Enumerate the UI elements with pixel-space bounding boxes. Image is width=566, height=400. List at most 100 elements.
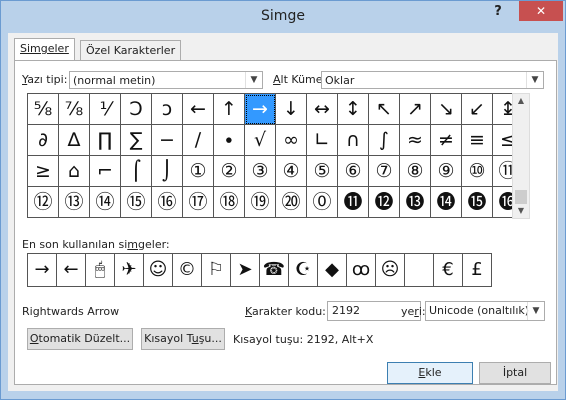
symbol-cell[interactable]: ↑ [214, 94, 245, 125]
recent-symbol-cell[interactable]: ◆ [318, 254, 347, 287]
symbol-cell[interactable]: ← [183, 94, 214, 125]
symbol-cell[interactable]: ⓪ [307, 187, 338, 218]
insert-button[interactable]: Ekle [387, 362, 473, 384]
symbol-cell[interactable]: ⑯ [152, 187, 183, 218]
symbol-cell[interactable]: ∞ [276, 125, 307, 156]
symbol-cell[interactable]: ⑭ [90, 187, 121, 218]
font-select[interactable]: (normal metin) ▼ [69, 71, 263, 89]
symbol-grid: ⅝ ⅞ ⅟ Ↄↄ ← ↑ → ↓ ↔ ↕ ↖ ↗ ↘ ↙ ↨ ∂ ∆ ∏ ∑ − ∕ ∙ √ ∞ ∟ ∩ ∫ ≈ ≠ ≡ ≤ ≥ ⌂ ⌐ ⌠ ⌡ ① ② ③… [27, 93, 524, 218]
recent-symbol-cell[interactable]: ☎ [260, 254, 289, 287]
recent-symbol-cell[interactable]: € [434, 254, 463, 287]
recent-symbol-cell[interactable]: ꝏ [347, 254, 376, 287]
symbol-cell[interactable]: ∫ [369, 125, 400, 156]
symbol-cell[interactable]: ≡ [462, 125, 493, 156]
recent-symbol-cell[interactable]: → [28, 254, 57, 287]
recent-symbol-cell[interactable]: ☹ [376, 254, 405, 287]
symbol-cell[interactable]: ⑰ [183, 187, 214, 218]
symbol-cell[interactable]: ⑤ [307, 156, 338, 187]
shortcut-key-button[interactable]: Kısayol Tuşu... [141, 328, 225, 350]
symbol-cell[interactable]: ↗ [400, 94, 431, 125]
scroll-thumb[interactable] [515, 190, 527, 204]
symbol-cell[interactable]: ⑨ [431, 156, 462, 187]
symbol-cell[interactable]: ≥ [28, 156, 59, 187]
symbol-dialog: Simge ? ✕ Simgeler Özel Karakterler Yazı… [0, 0, 566, 400]
symbol-cell[interactable]: √ [245, 125, 276, 156]
recent-symbol-cell[interactable]: ➤ [231, 254, 260, 287]
symbol-grid-scrollbar[interactable]: ▲ ▼ [512, 93, 530, 219]
tab-symbols[interactable]: Simgeler [14, 38, 75, 61]
symbol-cell[interactable]: ⑩ [462, 156, 493, 187]
symbol-cell[interactable]: ⑲ [245, 187, 276, 218]
recent-symbol-cell[interactable]: £ [463, 254, 492, 287]
symbol-cell[interactable]: ∆ [59, 125, 90, 156]
autocorrect-button[interactable]: Otomatik Düzelt... [27, 328, 133, 350]
symbol-cell[interactable]: → [245, 94, 276, 125]
symbol-cell[interactable]: ∩ [338, 125, 369, 156]
symbol-cell[interactable]: ∙ [214, 125, 245, 156]
symbol-cell[interactable]: ⑮ [121, 187, 152, 218]
symbol-cell[interactable]: ⓫ [338, 187, 369, 218]
symbol-cell[interactable]: ⓮ [431, 187, 462, 218]
symbol-cell[interactable]: ⑫ [28, 187, 59, 218]
close-button[interactable]: ✕ [519, 1, 563, 21]
subset-select-value: Oklar [325, 74, 355, 87]
scroll-down-icon[interactable]: ▼ [513, 204, 529, 218]
symbol-cell[interactable]: Ↄ [121, 94, 152, 125]
recent-symbol-cell[interactable] [405, 254, 434, 287]
symbol-cell[interactable]: ⑥ [338, 156, 369, 187]
recent-symbols-row: → ← 🖱 ✈ ☺ © ⚐ ➤ ☎ ☪ ◆ ꝏ ☹ € £ [27, 253, 492, 287]
symbol-cell[interactable]: ⌠ [121, 156, 152, 187]
symbol-cell[interactable]: ⑬ [59, 187, 90, 218]
symbol-cell[interactable]: ↙ [462, 94, 493, 125]
subset-select[interactable]: Oklar ▼ [321, 71, 544, 89]
symbol-cell[interactable]: ↄ [152, 94, 183, 125]
symbol-cell[interactable]: ∂ [28, 125, 59, 156]
symbol-cell[interactable]: ⓭ [400, 187, 431, 218]
recent-symbol-cell[interactable]: © [173, 254, 202, 287]
symbol-cell[interactable]: ↓ [276, 94, 307, 125]
recent-symbol-cell[interactable]: ☪ [289, 254, 318, 287]
symbol-cell[interactable]: ⌐ [90, 156, 121, 187]
symbol-cell[interactable]: ⑱ [214, 187, 245, 218]
symbol-cell[interactable]: ④ [276, 156, 307, 187]
chevron-down-icon[interactable]: ▼ [527, 302, 544, 320]
symbol-cell[interactable]: ↕ [338, 94, 369, 125]
symbol-cell[interactable]: ⌡ [152, 156, 183, 187]
recent-symbol-cell[interactable]: ☺ [144, 254, 173, 287]
symbol-cell[interactable]: ≈ [400, 125, 431, 156]
symbol-cell[interactable]: ⅝ [28, 94, 59, 125]
help-icon[interactable]: ? [491, 4, 505, 20]
symbol-cell[interactable]: ∑ [121, 125, 152, 156]
symbol-cell[interactable]: ⅞ [59, 94, 90, 125]
symbol-cell[interactable]: ⑦ [369, 156, 400, 187]
symbol-cell[interactable]: − [152, 125, 183, 156]
symbol-cell[interactable]: ∟ [307, 125, 338, 156]
symbol-cell[interactable]: ⑳ [276, 187, 307, 218]
recent-symbol-cell[interactable]: ← [57, 254, 86, 287]
dialog-title: Simge [261, 8, 305, 24]
symbol-cell[interactable]: ① [183, 156, 214, 187]
symbol-cell[interactable]: ⌂ [59, 156, 90, 187]
symbol-cell[interactable]: ⓬ [369, 187, 400, 218]
symbol-cell[interactable]: ↘ [431, 94, 462, 125]
symbol-cell[interactable]: ⑧ [400, 156, 431, 187]
symbol-cell[interactable]: ② [214, 156, 245, 187]
from-select[interactable]: Unicode (onaltılık) ▼ [425, 301, 545, 321]
symbol-cell[interactable]: ↔ [307, 94, 338, 125]
symbol-cell[interactable]: ⓯ [462, 187, 493, 218]
symbol-cell[interactable]: ⅟ [90, 94, 121, 125]
symbol-cell[interactable]: ∏ [90, 125, 121, 156]
recent-symbol-cell[interactable]: ⚐ [202, 254, 231, 287]
character-code-label: Karakter kodu: [245, 305, 326, 318]
recent-symbol-cell[interactable]: ✈ [115, 254, 144, 287]
symbol-cell[interactable]: ↖ [369, 94, 400, 125]
cancel-button[interactable]: İptal [479, 362, 551, 384]
scroll-up-icon[interactable]: ▲ [513, 94, 529, 108]
recent-symbol-cell[interactable]: 🖱 [86, 254, 115, 287]
chevron-down-icon[interactable]: ▼ [526, 72, 543, 88]
tab-special-characters[interactable]: Özel Karakterler [80, 40, 182, 61]
symbol-cell[interactable]: ≠ [431, 125, 462, 156]
chevron-down-icon[interactable]: ▼ [245, 72, 262, 88]
symbol-cell[interactable]: ∕ [183, 125, 214, 156]
symbol-cell[interactable]: ③ [245, 156, 276, 187]
